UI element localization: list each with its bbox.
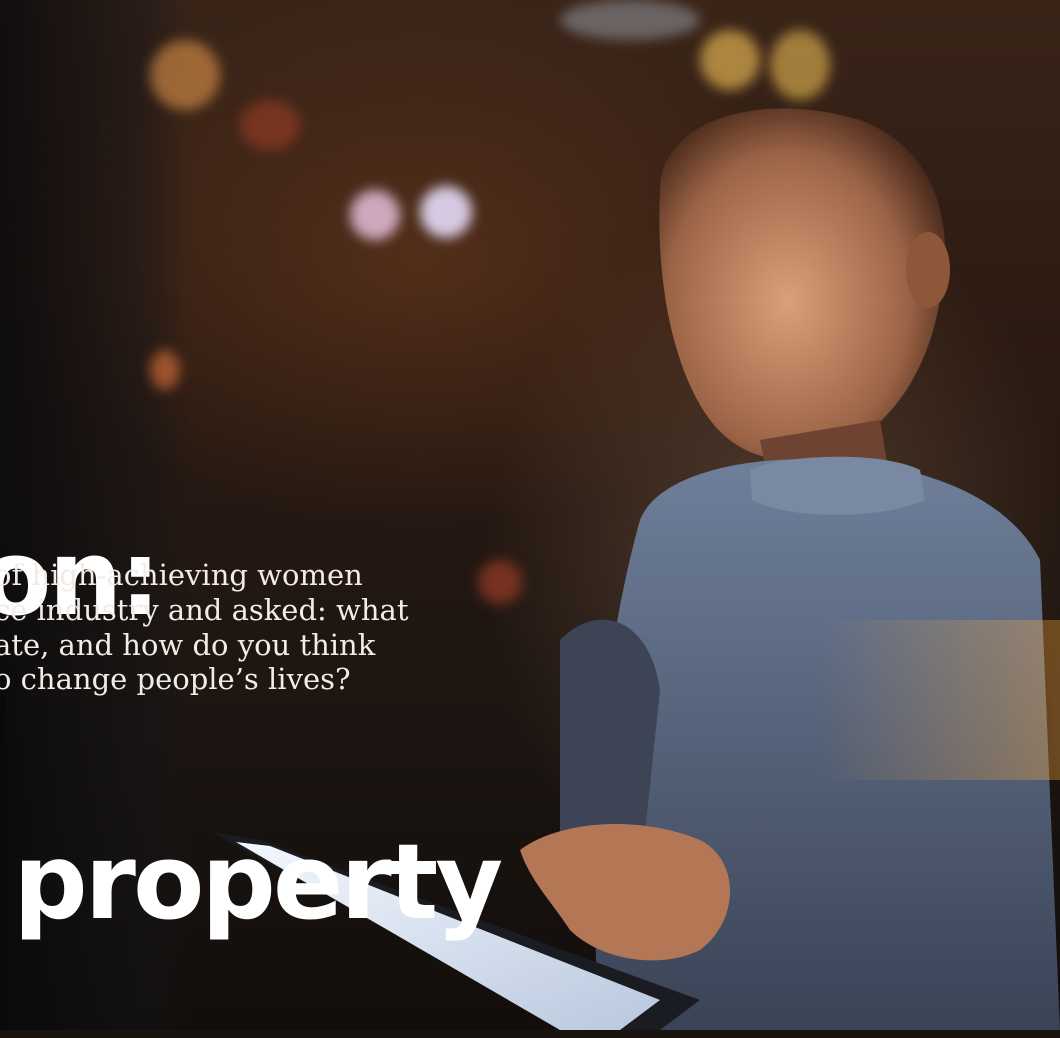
warm-glow <box>820 620 1060 780</box>
headline-line-2: property <box>0 821 503 943</box>
hand-shape <box>520 823 730 961</box>
turtleneck-shape <box>750 456 925 515</box>
standfirst-line: ate, and how do you think <box>0 627 376 662</box>
standfirst-line: o change people’s lives? <box>0 662 351 697</box>
standfirst-line: ce industry and asked: what <box>0 592 409 627</box>
ear-shape <box>906 232 950 308</box>
article-standfirst: of high-achieving women ce industry and … <box>0 558 474 697</box>
head-shape <box>659 108 946 460</box>
standfirst-line: of high-achieving women <box>0 558 363 592</box>
